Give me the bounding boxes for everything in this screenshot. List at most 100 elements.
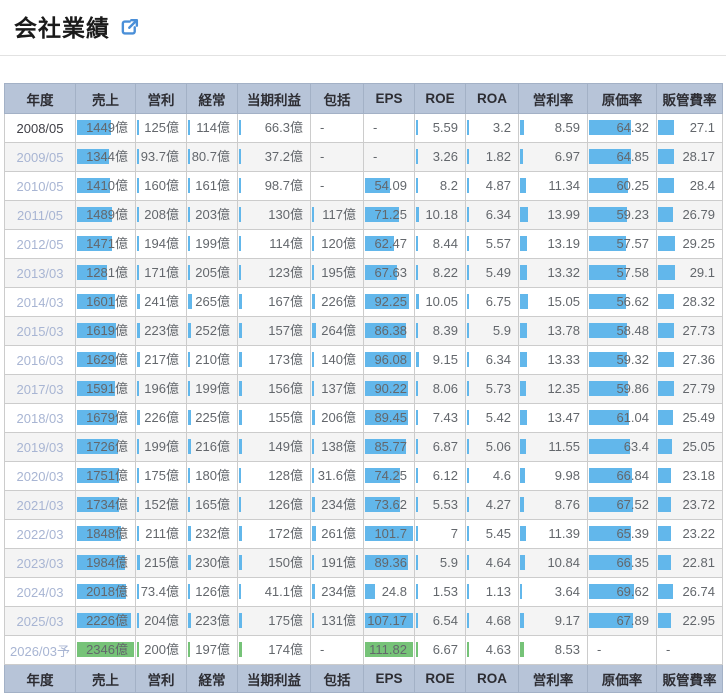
year-link[interactable]: 2021/03 (17, 498, 64, 513)
value-text: 13.19 (547, 236, 580, 251)
cell-eps: 90.22 (363, 374, 415, 404)
value-text: 117億 (322, 207, 356, 222)
value-text: 29.1 (689, 265, 715, 280)
value-text: 8.2 (439, 178, 458, 193)
value-text: 64.32 (616, 120, 649, 135)
cell-sga: 26.79 (656, 200, 723, 230)
cell-cost: 59.32 (587, 345, 657, 375)
cell-sales: 1619億 (75, 316, 136, 346)
value-text: 4.68 (485, 613, 511, 628)
value-text: 37.2億 (264, 149, 303, 164)
value-text: 137億 (321, 381, 356, 396)
year-link[interactable]: 2024/03 (17, 585, 64, 600)
cell-op: 160億 (135, 171, 187, 201)
cell-opm: 8.53 (518, 635, 588, 665)
year-link[interactable]: 2012/05 (17, 237, 64, 252)
column-header-opm: 営利率 (518, 664, 588, 693)
value-text: 66.3億 (264, 120, 303, 135)
year-link[interactable]: 2009/05 (17, 150, 64, 165)
cell-comp: 261億 (310, 519, 364, 549)
year-link[interactable]: 2016/03 (17, 353, 64, 368)
cell-roe: 6.54 (414, 606, 466, 636)
cell-eps: 67.63 (363, 258, 415, 288)
value-text: 71.25 (374, 207, 407, 222)
value-text: 8.76 (554, 497, 580, 512)
year-link[interactable]: 2014/03 (17, 295, 64, 310)
cell-opm: 11.55 (518, 432, 588, 462)
cell-cost: 69.62 (587, 577, 657, 607)
external-link-icon[interactable] (120, 18, 139, 37)
cell-eps: 74.25 (363, 461, 415, 491)
value-text: 223億 (195, 613, 230, 628)
year-link[interactable]: 2008/05 (17, 121, 64, 136)
value-text: 174億 (268, 642, 303, 657)
value-text: 1489億 (86, 207, 128, 222)
value-text: 1591億 (86, 381, 128, 396)
value-text: 152億 (144, 497, 179, 512)
value-text: 28.4 (689, 178, 715, 193)
cell-comp: 264億 (310, 316, 364, 346)
cell-sga: 28.17 (656, 142, 723, 172)
year-link[interactable]: 2011/05 (17, 208, 63, 223)
cell-sales: 1679億 (75, 403, 136, 433)
cell-cost: 60.25 (587, 171, 657, 201)
cell-year: 2010/05 (4, 171, 76, 201)
value-text: 26.79 (682, 207, 715, 222)
year-link[interactable]: 2020/03 (17, 469, 64, 484)
cell-op: 175億 (135, 461, 187, 491)
value-text: 1.82 (485, 149, 511, 164)
value-text: 226億 (321, 294, 356, 309)
value-text: 206億 (321, 410, 356, 425)
cell-roa: 4.63 (465, 635, 519, 665)
value-text: 217億 (144, 352, 179, 367)
value-text: 195億 (321, 265, 356, 280)
cell-comp: - (310, 113, 364, 143)
year-link[interactable]: 2025/03 (17, 614, 64, 629)
cell-ord: 199億 (186, 229, 238, 259)
value-text: 5.9 (492, 323, 511, 338)
year-link[interactable]: 2023/03 (17, 556, 64, 571)
cell-opm: 10.84 (518, 548, 588, 578)
year-link[interactable]: 2018/03 (17, 411, 64, 426)
cell-year: 2017/03 (4, 374, 76, 404)
value-text: 64.85 (616, 149, 649, 164)
cell-net: 174億 (237, 635, 311, 665)
cell-roe: 7.43 (414, 403, 466, 433)
value-text: 161億 (195, 178, 230, 193)
cell-sales: 1984億 (75, 548, 136, 578)
column-header-comp: 包括 (310, 664, 364, 693)
value-text: 25.05 (682, 439, 715, 454)
column-header-net: 当期利益 (237, 83, 311, 114)
year-link[interactable]: 2017/03 (17, 382, 64, 397)
year-link[interactable]: 2013/03 (17, 266, 64, 281)
cell-cost: 66.35 (587, 548, 657, 578)
cell-ord: 216億 (186, 432, 238, 462)
cell-op: 73.4億 (135, 577, 187, 607)
year-link[interactable]: 2019/03 (17, 440, 64, 455)
cell-roa: 5.73 (465, 374, 519, 404)
value-text: 173億 (268, 352, 303, 367)
cell-roe: 8.2 (414, 171, 466, 201)
cell-roa: 6.34 (465, 345, 519, 375)
cell-op: 208億 (135, 200, 187, 230)
year-link[interactable]: 2010/05 (17, 179, 64, 194)
cell-ord: 265億 (186, 287, 238, 317)
year-link[interactable]: 2022/03 (17, 527, 64, 542)
value-text: 128億 (268, 468, 303, 483)
column-header-sga: 販管費率 (656, 83, 723, 114)
value-text: 215億 (144, 555, 179, 570)
value-text: 4.27 (485, 497, 511, 512)
value-text: 180億 (195, 468, 230, 483)
cell-cost: 63.4 (587, 432, 657, 462)
value-text: 24.8 (381, 584, 407, 599)
year-link[interactable]: 2015/03 (17, 324, 64, 339)
year-link[interactable]: 2026/03予 (10, 644, 70, 659)
column-header-roe: ROE (414, 83, 466, 114)
value-text: 111.82 (369, 642, 407, 657)
value-text: 66.35 (616, 555, 649, 570)
value-text: 57.57 (616, 236, 649, 251)
cell-year: 2012/05 (4, 229, 76, 259)
value-text: 5.73 (485, 381, 511, 396)
value-text: 12.35 (547, 381, 580, 396)
value-text: 9.15 (432, 352, 458, 367)
